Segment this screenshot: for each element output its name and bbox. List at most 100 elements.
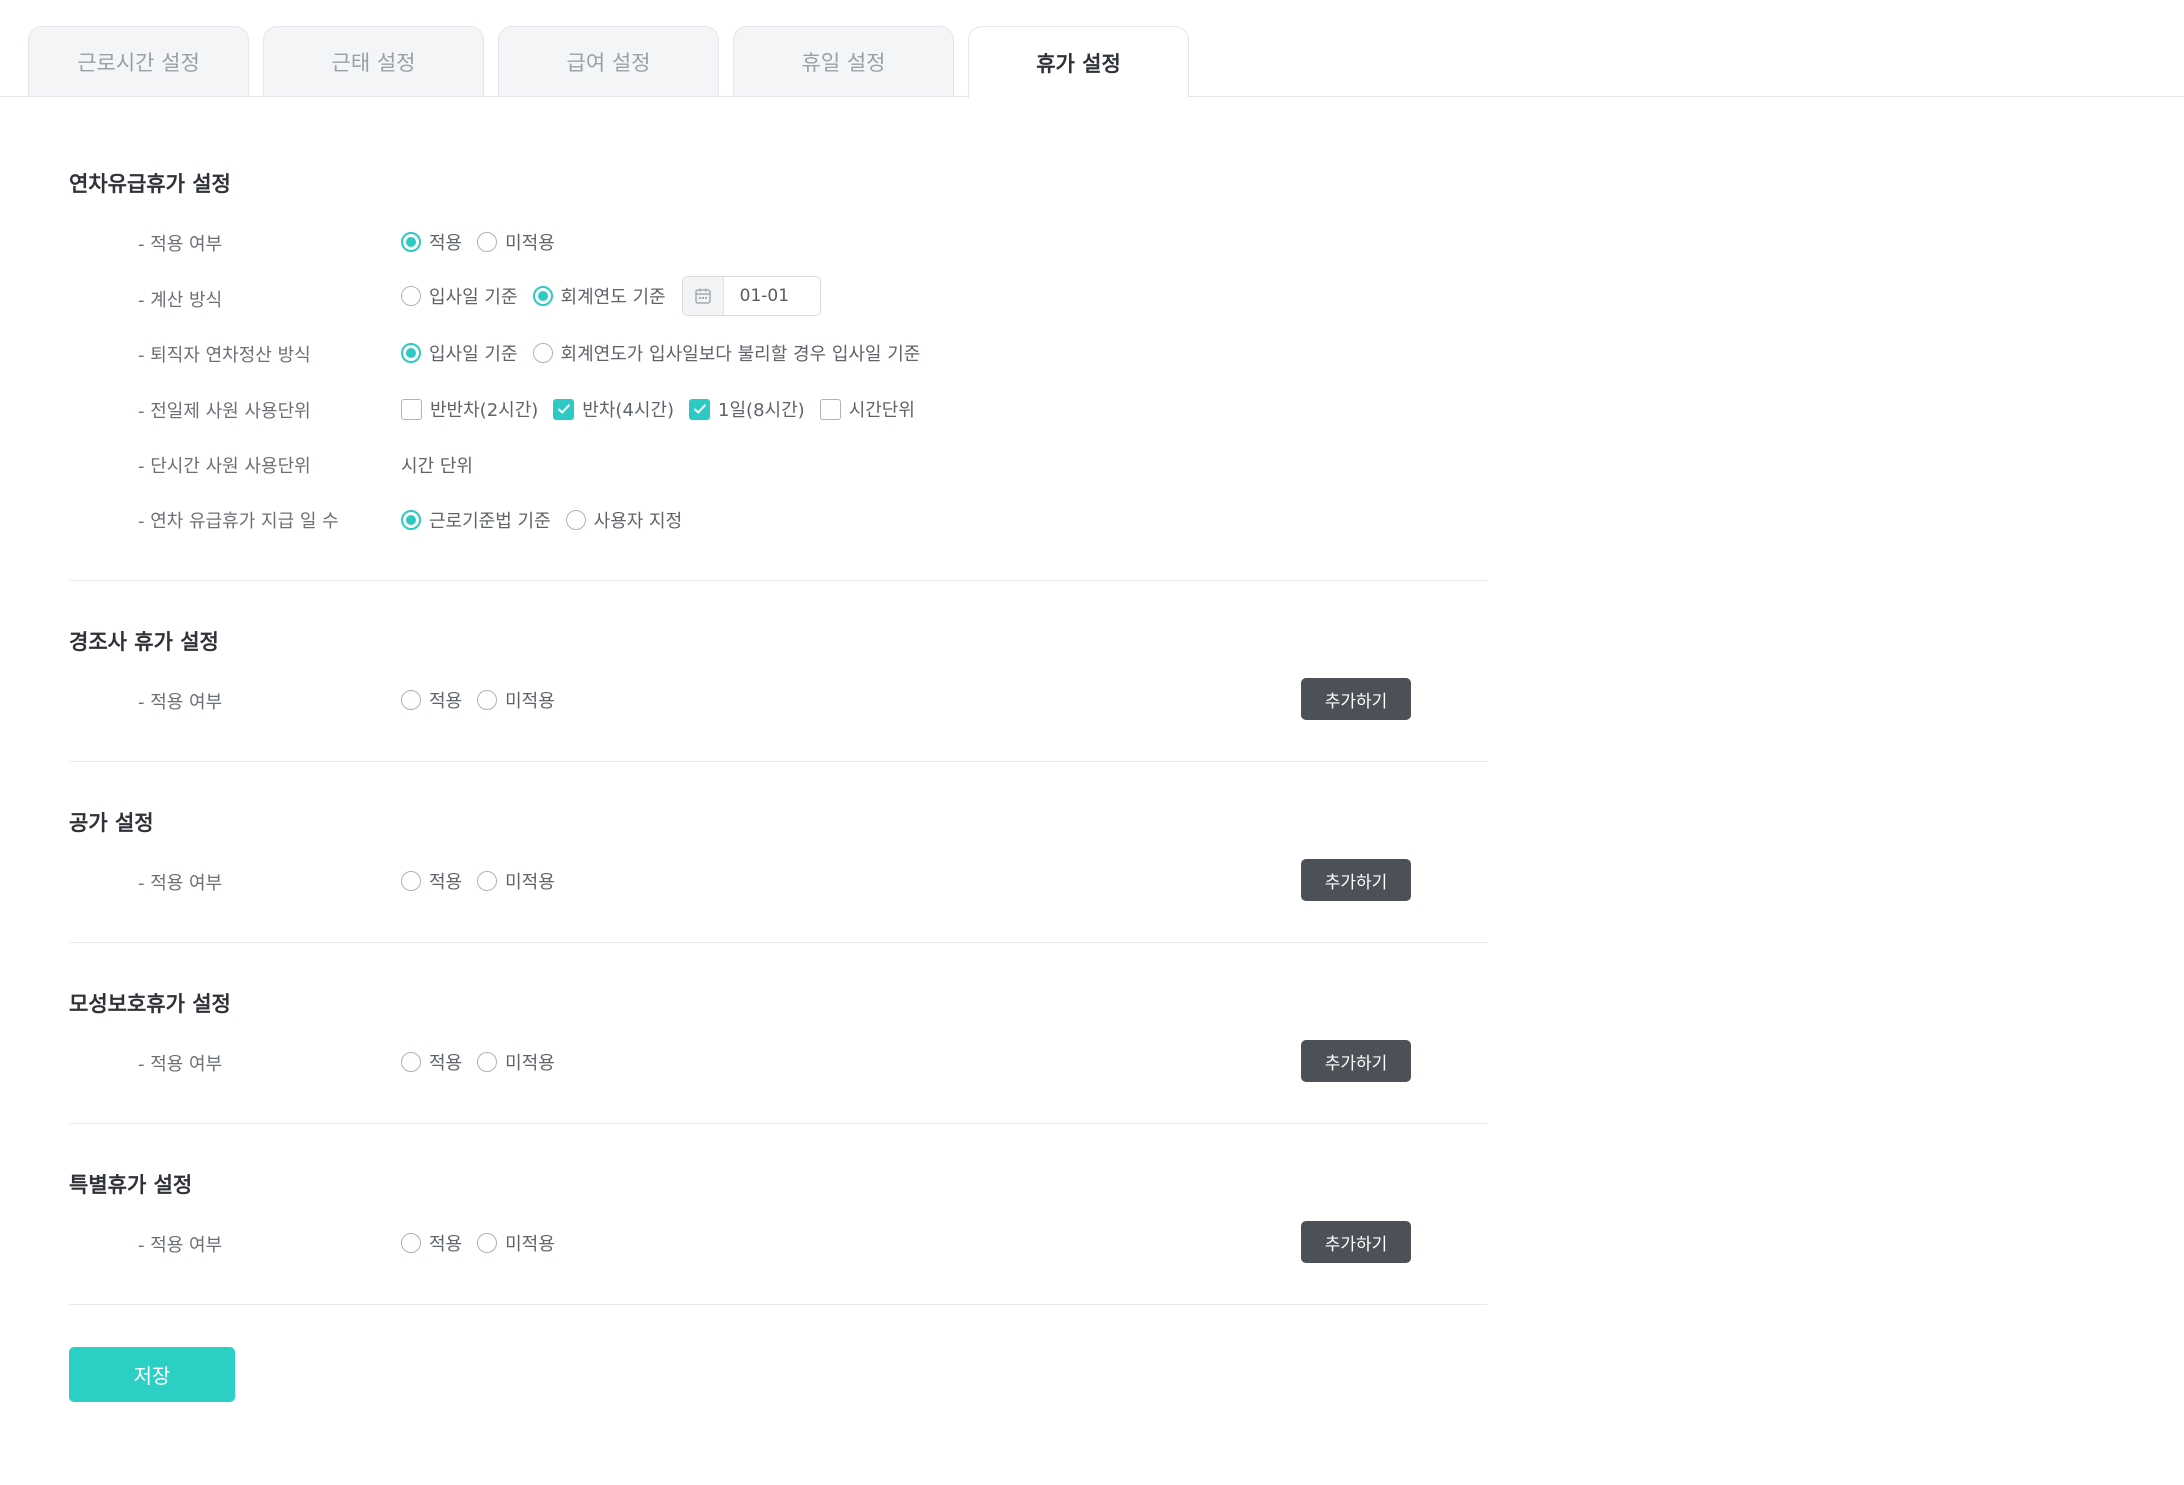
section-title-condolence-leave: 경조사 휴가 설정 <box>69 630 219 654</box>
option-label: 사용자 지정 <box>593 511 683 532</box>
option-label: 적용 <box>429 691 463 712</box>
section-divider <box>69 761 1487 762</box>
radio-apply[interactable]: 적용 <box>401 868 462 894</box>
option-label: 반반차(2시간) <box>430 400 539 421</box>
radio-indicator-selected[interactable] <box>532 286 553 306</box>
save-button[interactable]: 저장 <box>69 1347 235 1402</box>
radio-apply[interactable]: 적용 <box>401 1049 462 1075</box>
add-maternity-button[interactable]: 추가하기 <box>1301 1040 1411 1082</box>
date-value: 01-01 <box>739 286 790 306</box>
radio-indicator[interactable] <box>401 1233 421 1253</box>
parttime-unit-value: 시간 단위 <box>401 456 473 477</box>
option-label: 회계연도 기준 <box>560 287 666 308</box>
radio-not-apply[interactable]: 미적용 <box>477 1049 555 1075</box>
radio-labor-standards[interactable]: 근로기준법 기준 <box>401 507 551 533</box>
tab-label: 휴가 설정 <box>1036 51 1121 76</box>
radio-indicator[interactable] <box>477 1233 498 1253</box>
option-label: 시간단위 <box>848 400 915 421</box>
annual-days-label: - 연차 유급휴가 지급 일 수 <box>138 511 339 532</box>
calc-method-label: - 계산 방식 <box>138 290 223 311</box>
checkbox-indicator[interactable] <box>401 398 422 420</box>
tab-work-hours[interactable]: 근로시간 설정 <box>28 26 249 96</box>
condolence-apply-label: - 적용 여부 <box>138 692 223 713</box>
condolence-apply-options: 적용 미적용 <box>401 687 555 713</box>
section-divider <box>69 1304 1487 1305</box>
radio-apply[interactable]: 적용 <box>401 229 462 255</box>
calendar-icon[interactable] <box>682 277 724 315</box>
checkbox-full-day[interactable]: 1일(8시간) <box>689 396 805 422</box>
radio-hire-date[interactable]: 입사일 기준 <box>401 283 518 309</box>
fiscal-start-date-input[interactable]: 01-01 <box>681 276 821 316</box>
radio-indicator[interactable] <box>477 1052 498 1072</box>
retire-settlement-options: 입사일 기준 회계연도가 입사일보다 불리할 경우 입사일 기준 <box>401 340 920 366</box>
option-label: 미적용 <box>505 691 555 712</box>
special-apply-options: 적용 미적용 <box>401 1230 555 1256</box>
section-divider <box>69 942 1487 943</box>
tab-label: 근태 설정 <box>331 50 416 75</box>
check-icon[interactable] <box>553 398 575 420</box>
radio-indicator[interactable] <box>401 690 421 710</box>
fulltime-unit-label: - 전일제 사원 사용단위 <box>138 401 311 422</box>
parttime-unit-label: - 단시간 사원 사용단위 <box>138 456 311 477</box>
radio-user-defined[interactable]: 사용자 지정 <box>565 507 683 533</box>
radio-indicator[interactable] <box>401 286 421 306</box>
checkbox-hour-unit[interactable]: 시간단위 <box>819 396 915 422</box>
annual-apply-options: 적용 미적용 <box>401 229 555 255</box>
fulltime-unit-options: 반반차(2시간) 반차(4시간) 1일(8시간) 시간단위 <box>401 396 915 422</box>
tab-holiday[interactable]: 휴일 설정 <box>733 26 954 96</box>
option-label: 적용 <box>429 233 463 254</box>
official-apply-label: - 적용 여부 <box>138 873 223 894</box>
option-label: 반차(4시간) <box>582 400 675 421</box>
calc-method-options: 입사일 기준 회계연도 기준 01-01 <box>401 276 821 316</box>
tab-attendance[interactable]: 근태 설정 <box>263 26 484 96</box>
annual-apply-label: - 적용 여부 <box>138 234 223 255</box>
radio-not-apply[interactable]: 미적용 <box>477 1230 555 1256</box>
radio-retire-fiscal-or-hire[interactable]: 회계연도가 입사일보다 불리할 경우 입사일 기준 <box>532 340 921 366</box>
radio-apply[interactable]: 적용 <box>401 1230 462 1256</box>
retire-settlement-label: - 퇴직자 연차정산 방식 <box>138 345 311 366</box>
checkbox-indicator[interactable] <box>819 398 841 420</box>
tab-label: 휴일 설정 <box>801 50 886 75</box>
option-label: 미적용 <box>505 1234 555 1255</box>
radio-indicator-selected[interactable] <box>401 232 421 252</box>
section-title-annual-leave: 연차유급휴가 설정 <box>69 172 231 196</box>
section-divider <box>69 580 1487 581</box>
option-label: 입사일 기준 <box>429 344 518 365</box>
radio-fiscal-year[interactable]: 회계연도 기준 <box>532 283 666 309</box>
radio-indicator[interactable] <box>565 510 586 530</box>
radio-indicator[interactable] <box>477 871 498 891</box>
tab-label: 급여 설정 <box>566 50 651 75</box>
maternity-apply-options: 적용 미적용 <box>401 1049 555 1075</box>
radio-not-apply[interactable]: 미적용 <box>477 868 555 894</box>
radio-indicator[interactable] <box>401 1052 421 1072</box>
add-official-button[interactable]: 추가하기 <box>1301 859 1411 901</box>
option-label: 근로기준법 기준 <box>429 511 551 532</box>
tab-bar: 근로시간 설정 근태 설정 급여 설정 휴일 설정 휴가 설정 <box>0 0 2184 98</box>
add-special-button[interactable]: 추가하기 <box>1301 1221 1411 1263</box>
checkbox-quarter-day[interactable]: 반반차(2시간) <box>401 396 538 422</box>
tab-leave[interactable]: 휴가 설정 <box>968 26 1189 98</box>
radio-not-apply[interactable]: 미적용 <box>477 229 555 255</box>
radio-indicator[interactable] <box>477 232 498 252</box>
option-label: 적용 <box>429 1053 463 1074</box>
radio-indicator[interactable] <box>401 871 421 891</box>
check-icon[interactable] <box>689 398 711 420</box>
radio-indicator-selected[interactable] <box>401 343 421 363</box>
radio-apply[interactable]: 적용 <box>401 687 462 713</box>
add-condolence-button[interactable]: 추가하기 <box>1301 678 1411 720</box>
option-label: 미적용 <box>505 872 555 893</box>
annual-days-options: 근로기준법 기준 사용자 지정 <box>401 507 682 533</box>
option-label: 회계연도가 입사일보다 불리할 경우 입사일 기준 <box>560 344 921 365</box>
section-title-official-leave: 공가 설정 <box>69 811 154 835</box>
radio-indicator[interactable] <box>532 343 553 363</box>
radio-not-apply[interactable]: 미적용 <box>477 687 555 713</box>
radio-indicator-selected[interactable] <box>401 510 421 530</box>
maternity-apply-label: - 적용 여부 <box>138 1054 223 1075</box>
tab-payroll[interactable]: 급여 설정 <box>498 26 719 96</box>
checkbox-half-day[interactable]: 반차(4시간) <box>553 396 674 422</box>
radio-retire-hire-date[interactable]: 입사일 기준 <box>401 340 518 366</box>
section-divider <box>69 1123 1487 1124</box>
option-label: 1일(8시간) <box>718 400 805 421</box>
radio-indicator[interactable] <box>477 690 498 710</box>
tab-label: 근로시간 설정 <box>77 50 200 75</box>
